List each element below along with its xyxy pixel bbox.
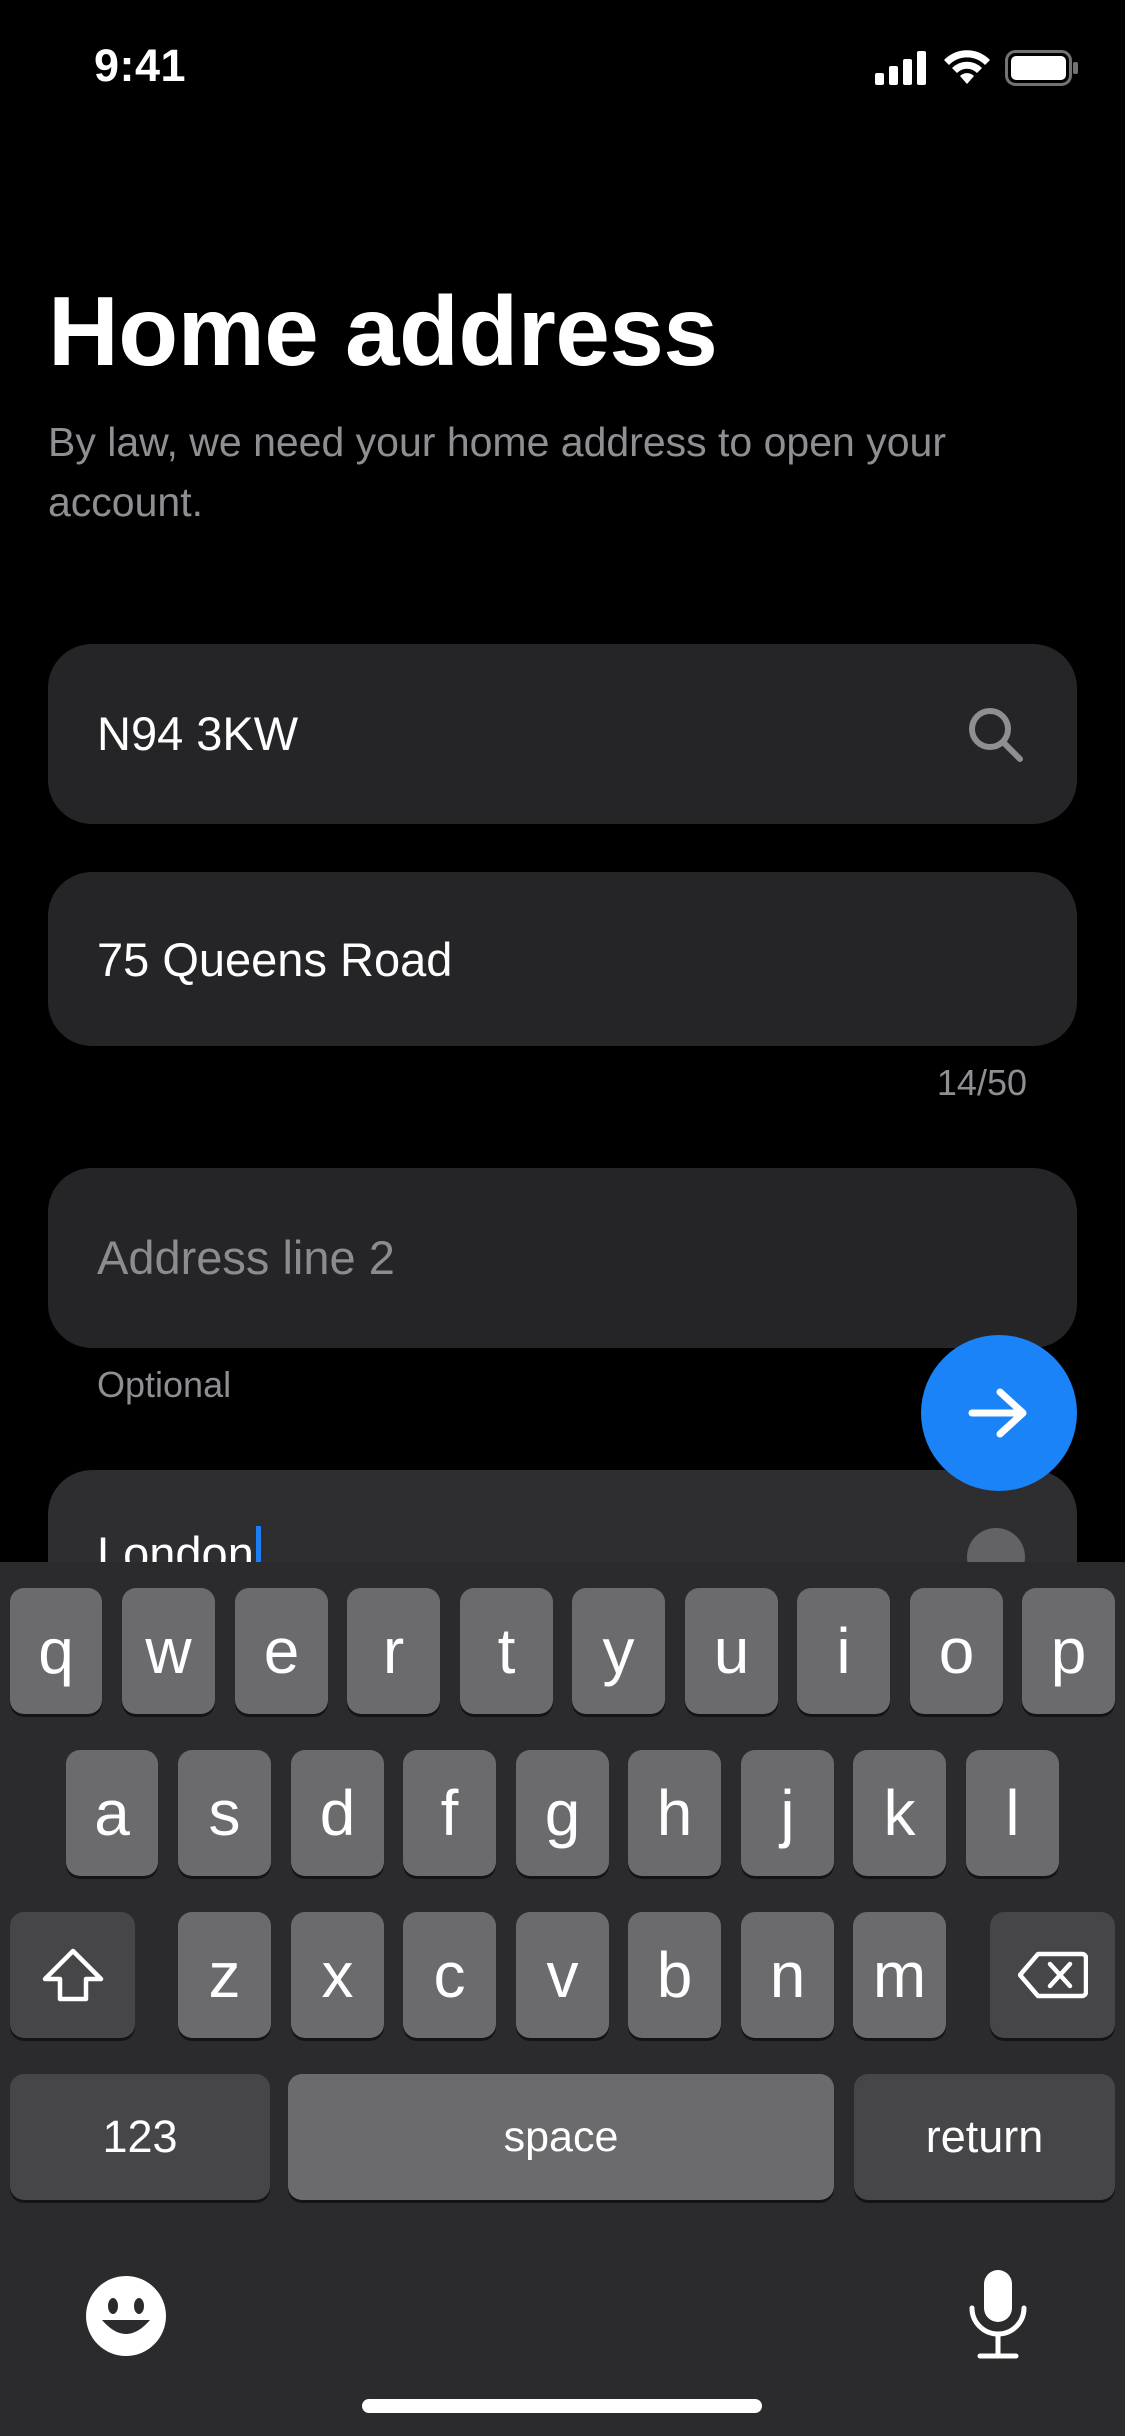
key-d[interactable]: d xyxy=(291,1750,384,1876)
cellular-signal-icon xyxy=(875,51,926,85)
postcode-field[interactable]: N94 3KW xyxy=(48,644,1077,824)
key-p[interactable]: p xyxy=(1022,1588,1115,1714)
key-r[interactable]: r xyxy=(347,1588,440,1714)
wifi-icon xyxy=(944,50,990,84)
key-b[interactable]: b xyxy=(628,1912,721,2038)
address-line-1-value: 75 Queens Road xyxy=(97,933,453,986)
key-k[interactable]: k xyxy=(853,1750,946,1876)
key-x[interactable]: x xyxy=(291,1912,384,2038)
key-z[interactable]: z xyxy=(178,1912,271,2038)
key-n[interactable]: n xyxy=(741,1912,834,2038)
next-button[interactable] xyxy=(921,1335,1077,1491)
status-time: 9:41 xyxy=(94,40,187,91)
address-line-2-placeholder: Address line 2 xyxy=(97,1231,395,1284)
search-icon[interactable] xyxy=(965,704,1025,764)
character-counter: 14/50 xyxy=(936,1062,1027,1103)
key-s[interactable]: s xyxy=(178,1750,271,1876)
key-f[interactable]: f xyxy=(403,1750,496,1876)
key-e[interactable]: e xyxy=(235,1588,328,1714)
key-m[interactable]: m xyxy=(853,1912,946,2038)
shift-key[interactable] xyxy=(10,1912,135,2038)
return-key[interactable]: return xyxy=(854,2074,1115,2200)
numbers-key[interactable]: 123 xyxy=(10,2074,270,2200)
shift-icon xyxy=(42,1948,103,2002)
battery-icon xyxy=(1005,50,1078,86)
key-h[interactable]: h xyxy=(628,1750,721,1876)
key-y[interactable]: y xyxy=(572,1588,665,1714)
key-v[interactable]: v xyxy=(516,1912,609,2038)
page-title: Home address xyxy=(48,276,718,386)
key-q[interactable]: q xyxy=(10,1588,102,1714)
microphone-icon[interactable] xyxy=(966,2268,1030,2364)
address-line-1-field[interactable]: 75 Queens Road xyxy=(48,872,1077,1046)
key-j[interactable]: j xyxy=(741,1750,834,1876)
key-g[interactable]: g xyxy=(516,1750,609,1876)
key-a[interactable]: a xyxy=(66,1750,158,1876)
key-w[interactable]: w xyxy=(122,1588,215,1714)
status-icons xyxy=(875,50,1079,86)
address-line-2-field[interactable]: Address line 2 xyxy=(48,1168,1077,1348)
key-i[interactable]: i xyxy=(797,1588,890,1714)
keyboard: q w e r t y u i o p a s d f g h j k l z … xyxy=(0,1562,1125,2436)
space-key[interactable]: space xyxy=(288,2074,834,2200)
key-t[interactable]: t xyxy=(460,1588,553,1714)
backspace-icon xyxy=(1017,1951,1088,1999)
optional-helper-text: Optional xyxy=(97,1364,232,1405)
key-o[interactable]: o xyxy=(910,1588,1003,1714)
home-indicator[interactable] xyxy=(362,2399,762,2413)
key-u[interactable]: u xyxy=(685,1588,778,1714)
postcode-value: N94 3KW xyxy=(97,707,299,760)
status-bar: 9:41 xyxy=(0,0,1125,132)
arrow-right-icon xyxy=(968,1388,1027,1438)
key-l[interactable]: l xyxy=(966,1750,1059,1876)
backspace-key[interactable] xyxy=(990,1912,1115,2038)
emoji-icon[interactable] xyxy=(84,2274,168,2358)
key-c[interactable]: c xyxy=(403,1912,496,2038)
page-subtitle: By law, we need your home address to ope… xyxy=(48,419,946,525)
